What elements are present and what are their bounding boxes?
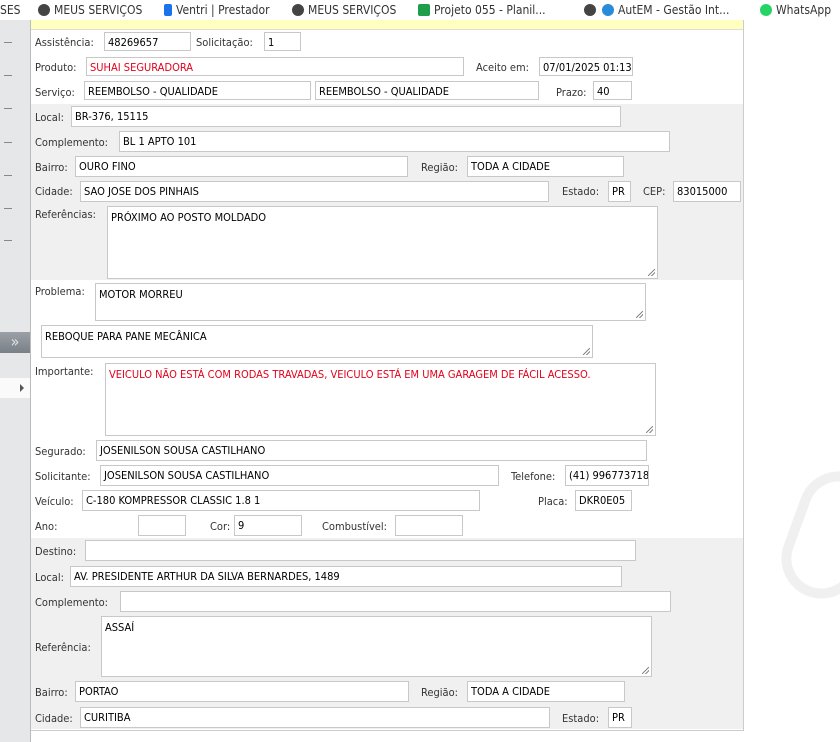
combustivel-field[interactable] <box>395 515 463 536</box>
destino-local-field[interactable]: AV. PRESIDENTE ARTHUR DA SILVA BERNARDES… <box>70 566 622 587</box>
globe-icon <box>292 4 304 16</box>
aceito-label: Aceito em: <box>476 61 529 74</box>
tree-toggle[interactable] <box>0 378 30 398</box>
destino-local-label: Local: <box>35 571 64 584</box>
ventri-icon <box>164 4 172 16</box>
importante-textarea[interactable]: VEICULO NÃO ESTÁ COM RODAS TRAVADAS, VEI… <box>105 363 656 436</box>
panel-header-strip <box>31 20 743 30</box>
destino-estado-label: Estado: <box>562 712 600 725</box>
double-chevron-right-icon: » <box>10 332 20 351</box>
regiao-label: Região: <box>421 161 458 174</box>
combustivel-label: Combustível: <box>322 520 387 533</box>
destino-referencia-label: Referência: <box>35 641 91 654</box>
expand-sidebar-button[interactable]: » <box>0 332 30 353</box>
assistencia-field[interactable]: 48269657 <box>104 32 191 51</box>
descricao-textarea[interactable]: REBOQUE PARA PANE MECÂNICA <box>41 325 593 358</box>
estado-field[interactable]: PR <box>608 181 631 202</box>
bairro-label: Bairro: <box>35 161 68 174</box>
whatsapp-icon <box>760 4 772 16</box>
telefone-field[interactable]: (41) 996773718 <box>565 465 649 486</box>
placa-field[interactable]: DKR0E05 <box>575 490 632 511</box>
problema-label: Problema: <box>35 285 85 298</box>
bookmarks-bar: SES MEUS SERVIÇOS Ventri | Prestador MEU… <box>0 0 840 20</box>
destino-regiao-field[interactable]: TODA A CIDADE <box>467 681 625 702</box>
solicitante-label: Solicitante: <box>35 470 91 483</box>
destino-cidade-label: Cidade: <box>35 712 73 725</box>
bookmark[interactable]: MEUS SERVIÇOS <box>308 3 396 17</box>
telefone-label: Telefone: <box>511 470 556 483</box>
segurado-label: Segurado: <box>35 445 86 458</box>
autem-icon <box>602 4 614 16</box>
solicitante-field[interactable]: JOSENILSON SOUSA CASTILHANO <box>100 465 499 486</box>
servico-label: Serviço: <box>35 86 75 99</box>
cep-label: CEP: <box>643 185 666 198</box>
solicitacao-field[interactable]: 1 <box>264 32 301 51</box>
complemento-label: Complemento: <box>35 136 109 149</box>
bookmark[interactable]: Ventri | Prestador <box>176 3 270 17</box>
prazo-field[interactable]: 40 <box>593 81 632 100</box>
aceito-field[interactable]: 07/01/2025 01:13 <box>539 57 633 76</box>
problema-textarea[interactable]: MOTOR MORREU <box>95 283 646 321</box>
ano-label: Ano: <box>35 520 58 533</box>
importante-label: Importante: <box>35 365 94 378</box>
destino-estado-field[interactable]: PR <box>608 707 632 728</box>
globe-icon <box>38 4 50 16</box>
bairro-field[interactable]: OURO FINO <box>75 156 408 177</box>
globe-icon <box>584 4 596 16</box>
local-label: Local: <box>35 111 64 124</box>
referencias-label: Referências: <box>35 208 96 221</box>
servico-field[interactable]: REEMBOLSO - QUALIDADE <box>84 81 311 100</box>
referencias-textarea[interactable]: PRÓXIMO AO POSTO MOLDADO <box>107 206 658 279</box>
sheets-icon <box>418 4 430 16</box>
bookmark[interactable]: SES <box>0 3 21 17</box>
regiao-field[interactable]: TODA A CIDADE <box>467 156 624 177</box>
watermark <box>770 460 840 610</box>
destino-field[interactable] <box>85 540 636 561</box>
produto-field[interactable]: SUHAI SEGURADORA <box>86 57 464 76</box>
destino-label: Destino: <box>35 545 77 558</box>
destino-cidade-field[interactable]: CURITIBA <box>80 707 550 728</box>
bookmark[interactable]: WhatsApp <box>776 3 831 17</box>
servico-detail-field[interactable]: REEMBOLSO - QUALIDADE <box>315 81 539 100</box>
destino-complemento-label: Complemento: <box>35 596 109 609</box>
bookmark[interactable]: Projeto 055 - Planil... <box>434 3 546 17</box>
destino-referencia-textarea[interactable]: ASSAÍ <box>101 616 652 677</box>
veiculo-field[interactable]: C-180 KOMPRESSOR CLASSIC 1.8 1 <box>82 490 480 511</box>
destino-bairro-field[interactable]: PORTAO <box>75 681 409 702</box>
destino-regiao-label: Região: <box>421 686 458 699</box>
assistencia-label: Assistência: <box>35 36 94 49</box>
cidade-label: Cidade: <box>35 185 73 198</box>
destino-bairro-label: Bairro: <box>35 686 68 699</box>
estado-label: Estado: <box>562 185 600 198</box>
cor-field[interactable]: 9 <box>234 515 302 536</box>
placa-label: Placa: <box>538 495 568 508</box>
cidade-field[interactable]: SAO JOSE DOS PINHAIS <box>80 181 549 202</box>
bookmark[interactable]: MEUS SERVIÇOS <box>54 3 142 17</box>
veiculo-label: Veículo: <box>35 495 74 508</box>
local-field[interactable]: BR-376, 15115 <box>71 106 621 127</box>
triangle-right-icon <box>20 384 24 392</box>
complemento-field[interactable]: BL 1 APTO 101 <box>119 131 670 152</box>
segurado-field[interactable]: JOSENILSON SOUSA CASTILHANO <box>96 440 647 461</box>
cor-label: Cor: <box>210 520 231 533</box>
solicitacao-label: Solicitação: <box>196 36 253 49</box>
produto-label: Produto: <box>35 61 77 74</box>
destino-complemento-field[interactable] <box>120 591 671 612</box>
cep-field[interactable]: 83015000 <box>673 181 741 202</box>
bookmark[interactable]: AutEM - Gestão Int... <box>618 3 729 17</box>
prazo-label: Prazo: <box>556 86 587 99</box>
ano-field[interactable] <box>138 515 186 536</box>
